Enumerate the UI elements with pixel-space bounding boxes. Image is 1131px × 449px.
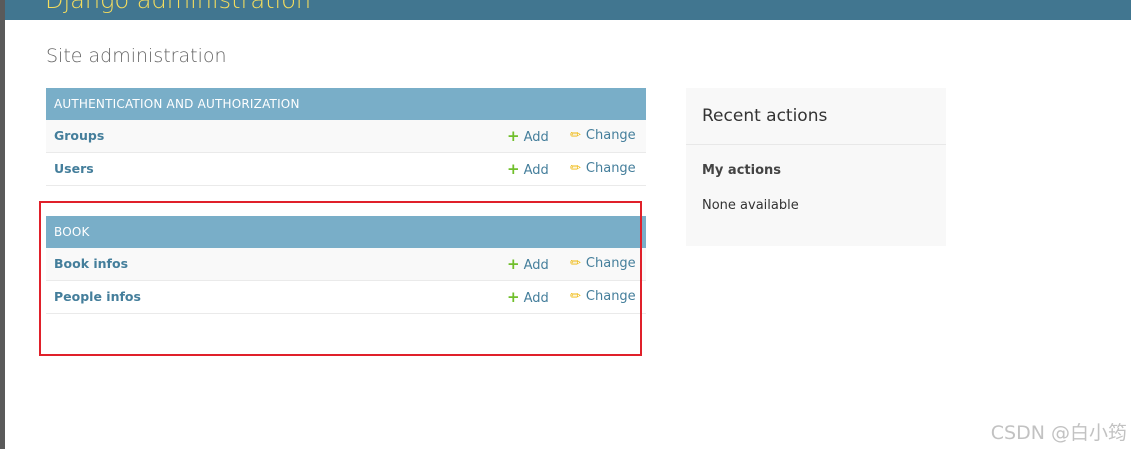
pencil-icon: ✏ [570, 128, 581, 143]
plus-icon: + [507, 288, 520, 306]
recent-actions-title: Recent actions [702, 106, 828, 126]
model-link-users[interactable]: Users [54, 153, 94, 185]
pencil-icon: ✏ [570, 161, 581, 176]
my-actions-heading: My actions [702, 163, 782, 178]
model-row-users: Users + Add ✏ Change [46, 153, 646, 186]
pencil-icon: ✏ [570, 256, 581, 271]
change-label: Change [585, 161, 636, 176]
site-header: Django administration [5, 0, 1131, 20]
add-label: Add [523, 258, 549, 273]
add-book-infos-link[interactable]: + Add [507, 248, 549, 282]
model-link-book-infos[interactable]: Book infos [54, 248, 128, 280]
model-link-people-infos[interactable]: People infos [54, 281, 141, 313]
model-row-people-infos: People infos + Add ✏ Change [46, 281, 646, 314]
csdn-watermark: CSDN @白小筠 [990, 422, 1127, 444]
add-people-infos-link[interactable]: + Add [507, 281, 549, 315]
no-actions-text: None available [702, 198, 799, 213]
change-book-infos-link[interactable]: ✏ Change [570, 248, 636, 280]
plus-icon: + [507, 255, 520, 273]
module-header-link[interactable]: BOOK [46, 216, 646, 248]
recent-actions-panel: Recent actions My actions None available [686, 88, 946, 246]
model-list: Book infos + Add ✏ Change People infos + Ad… [46, 248, 646, 314]
add-groups-link[interactable]: + Add [507, 120, 549, 154]
model-link-groups[interactable]: Groups [54, 120, 104, 152]
module-book: BOOK Book infos + Add ✏ Change People info… [46, 216, 646, 314]
add-users-link[interactable]: + Add [507, 153, 549, 187]
add-label: Add [523, 130, 549, 145]
recent-actions-divider [686, 144, 946, 145]
module-header-link[interactable]: AUTHENTICATION AND AUTHORIZATION [46, 88, 646, 120]
change-users-link[interactable]: ✏ Change [570, 153, 636, 185]
add-label: Add [523, 291, 549, 306]
model-row-groups: Groups + Add ✏ Change [46, 120, 646, 153]
plus-icon: + [507, 127, 520, 145]
add-label: Add [523, 163, 549, 178]
pencil-icon: ✏ [570, 289, 581, 304]
module-auth: AUTHENTICATION AND AUTHORIZATION Groups … [46, 88, 646, 186]
window-left-border [0, 0, 5, 449]
change-groups-link[interactable]: ✏ Change [570, 120, 636, 152]
plus-icon: + [507, 160, 520, 178]
model-row-book-infos: Book infos + Add ✏ Change [46, 248, 646, 281]
model-list: Groups + Add ✏ Change Users + Add ✏ Change [46, 120, 646, 186]
change-label: Change [585, 256, 636, 271]
change-people-infos-link[interactable]: ✏ Change [570, 281, 636, 313]
change-label: Change [585, 128, 636, 143]
page-title: Site administration [46, 45, 227, 67]
change-label: Change [585, 289, 636, 304]
site-brand-link[interactable]: Django administration [45, 0, 311, 14]
